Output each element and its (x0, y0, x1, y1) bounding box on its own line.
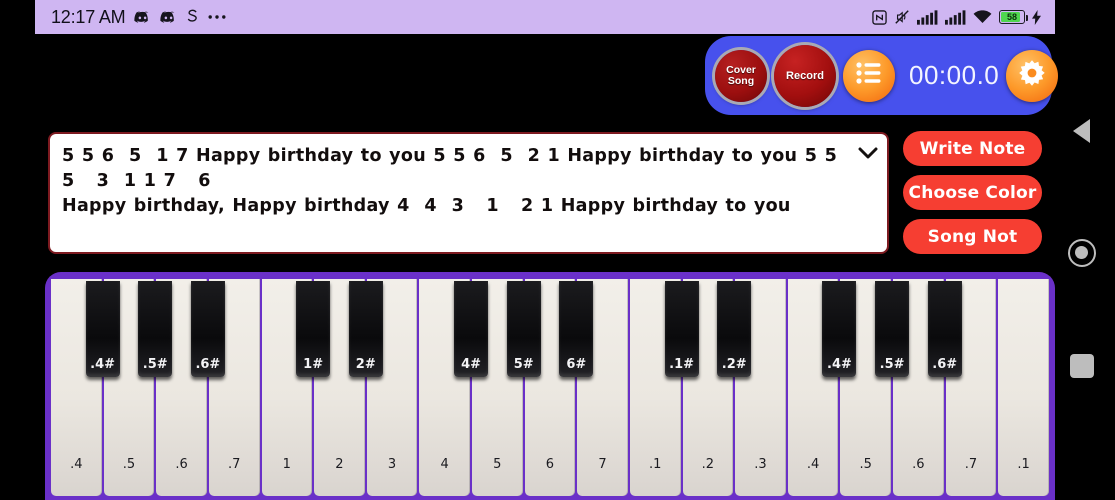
black-key[interactable]: .6# (927, 281, 962, 377)
battery-indicator: 58 (999, 10, 1028, 24)
black-key[interactable]: 5# (506, 281, 541, 377)
status-bar-left: 12:17 AM (51, 7, 226, 28)
discord-icon (160, 10, 177, 24)
piano-frame: .4 .5 .6 .7 1 2 3 4 5 6 7 .1 .2 .3 .4 .5 .6 .7 .1 .4# .5# .6#… (45, 272, 1055, 500)
nfc-icon (872, 9, 887, 25)
chevron-down-icon[interactable] (857, 142, 879, 164)
black-key-label: .4# (90, 357, 116, 372)
black-key[interactable]: 4# (454, 281, 489, 377)
white-key-label: 3 (387, 457, 397, 472)
white-key-label: .5 (859, 457, 872, 472)
white-key-label: .1 (648, 457, 662, 472)
black-key-label: .6# (932, 357, 958, 372)
black-key[interactable]: .5# (875, 281, 910, 377)
black-key-label: .4# (827, 357, 852, 372)
wifi-icon (973, 9, 992, 25)
discord-icon (134, 10, 151, 24)
gear-icon (1016, 57, 1048, 94)
white-key-label: 7 (598, 457, 607, 472)
black-key[interactable]: .6# (190, 281, 225, 377)
white-key-label: .6 (912, 457, 925, 472)
black-key-label: .1# (669, 357, 695, 372)
black-key[interactable]: .4# (85, 281, 120, 377)
control-bar: Cover Song Record 00:00.0 (705, 36, 1059, 115)
white-key-label: .5 (122, 457, 136, 472)
white-key-label: .2 (701, 457, 715, 472)
black-key[interactable]: 1# (296, 281, 331, 377)
write-note-button[interactable]: Write Note (903, 131, 1042, 166)
black-key-label: .2# (721, 357, 747, 372)
settings-button[interactable] (1006, 49, 1059, 102)
white-key-label: .4 (70, 457, 83, 472)
cover-song-label: Cover Song (726, 63, 756, 87)
black-key-label: .5# (879, 357, 905, 372)
battery-percent: 58 (1006, 11, 1017, 22)
list-icon (855, 61, 883, 90)
white-key-label: .6 (175, 457, 188, 472)
black-key[interactable]: 2# (348, 281, 383, 377)
black-key-label: 5# (513, 357, 534, 372)
white-key-label: 5 (493, 457, 502, 472)
song-list-button[interactable] (843, 49, 895, 102)
black-key-label: 6# (566, 357, 587, 372)
white-key-label: 4 (440, 457, 449, 472)
black-key[interactable]: .2# (717, 281, 752, 377)
home-circle-icon[interactable] (1068, 239, 1096, 267)
status-clock: 12:17 AM (51, 6, 126, 27)
black-key-label: 2# (355, 357, 376, 372)
choose-color-button[interactable]: Choose Color (903, 175, 1042, 210)
white-key[interactable]: .1 (998, 279, 1049, 496)
white-key-label: 2 (335, 457, 344, 472)
bolt-icon (1032, 9, 1041, 25)
white-key-label: 1 (282, 457, 291, 472)
action-button-group: Write Note Choose Color Song Not (903, 131, 1042, 254)
black-key-label: .5# (142, 357, 168, 372)
record-label: Record (786, 69, 824, 82)
back-triangle-icon[interactable] (1073, 119, 1090, 143)
note-textarea[interactable]: 5 5 6 5 1 7 Happy birthday to you 5 5 6 … (48, 132, 889, 254)
black-key[interactable]: .5# (138, 281, 173, 377)
mute-icon (894, 9, 910, 25)
piano-keyboard: .4 .5 .6 .7 1 2 3 4 5 6 7 .1 .2 .3 .4 .5 .6 .7 .1 .4# .5# .6#… (51, 279, 1049, 496)
status-bar-right: 58 (872, 9, 1041, 25)
black-key-label: .6# (195, 357, 221, 372)
timer-display: 00:00.0 (909, 60, 1000, 90)
black-key[interactable]: 6# (559, 281, 594, 377)
white-key-label: .3 (754, 457, 767, 472)
black-key[interactable]: .1# (664, 281, 699, 377)
cover-song-button[interactable]: Cover Song (715, 49, 767, 102)
black-key-label: 4# (461, 357, 482, 372)
note-text-content: 5 5 6 5 1 7 Happy birthday to you 5 5 6 … (62, 146, 838, 216)
android-nav-bar (1055, 34, 1115, 500)
song-not-button[interactable]: Song Not (903, 219, 1042, 254)
white-key-label: .1 (1017, 457, 1030, 472)
black-key[interactable]: .4# (822, 281, 857, 377)
signal-2-icon (945, 9, 966, 25)
recents-square-icon[interactable] (1070, 354, 1094, 378)
more-dots-icon (208, 14, 226, 20)
signal-icon (917, 9, 938, 25)
status-bar: 12:17 AM 58 (35, 0, 1055, 34)
white-key-label: .7 (964, 457, 978, 472)
snapchat-icon (186, 9, 199, 25)
app-root: Cover Song Record 00:00.0 5 5 6 5 1 7 Ha… (35, 34, 1059, 500)
white-key-label: 6 (545, 457, 555, 472)
white-key-label: .7 (227, 457, 241, 472)
white-key-label: .4 (806, 457, 820, 472)
record-button[interactable]: Record (774, 44, 836, 107)
black-key-label: 1# (303, 357, 324, 372)
left-bezel (0, 0, 35, 500)
